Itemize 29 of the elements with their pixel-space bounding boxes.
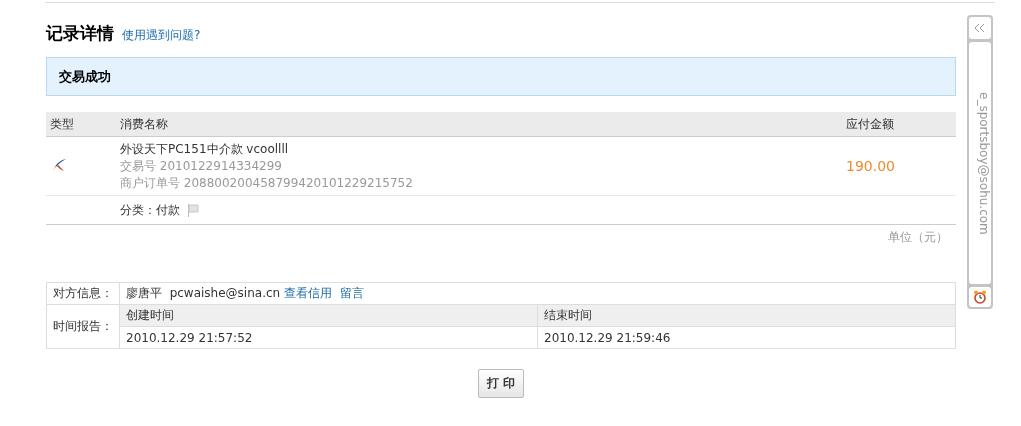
column-header: 应付金额 — [846, 116, 894, 131]
time-value: 2010.12.29 21:57:52 — [126, 330, 253, 345]
column-header: 结束时间 — [544, 308, 592, 322]
double-chevron-icon — [974, 23, 986, 33]
amount: 190.00 — [846, 158, 895, 174]
link[interactable]: 留言 — [339, 286, 364, 300]
column-header: 类型 — [50, 116, 74, 131]
status-banner: 交易成功 — [46, 57, 956, 96]
help-link[interactable]: 使用遇到问题? — [122, 27, 201, 44]
print-button[interactable]: 打 印 — [477, 369, 525, 398]
bird-icon — [52, 157, 68, 172]
column-header: 消费名称 — [120, 115, 169, 133]
collapse-button[interactable] — [969, 17, 991, 39]
alarm-clock-icon[interactable] — [973, 290, 987, 304]
time-value: 2010.12.29 21:59:46 — [544, 330, 671, 345]
order-number: 商户订单号 208800200458799420101229215752 — [120, 174, 414, 192]
column-header: 创建时间 — [126, 308, 174, 322]
item-name: 外设天下PC151中介款 vcoollll — [120, 140, 290, 158]
field-label: 时间报告： — [53, 319, 113, 333]
flag-icon — [186, 203, 200, 217]
trade-number: 交易号 2010122914334299 — [120, 157, 283, 175]
counterparty-email: pcwaishe@sina.cn — [169, 286, 281, 300]
field-label: 对方信息： — [53, 286, 113, 300]
account-email: e_sportsboy@sohu.com — [977, 91, 991, 235]
unit-label: 单位（元） — [888, 230, 948, 244]
page-title: 记录详情 — [46, 22, 114, 45]
link[interactable]: 查看信用 — [284, 286, 332, 300]
category-label: 分类：付款 — [120, 201, 180, 219]
counterparty-name: 廖唐平 — [126, 286, 162, 300]
